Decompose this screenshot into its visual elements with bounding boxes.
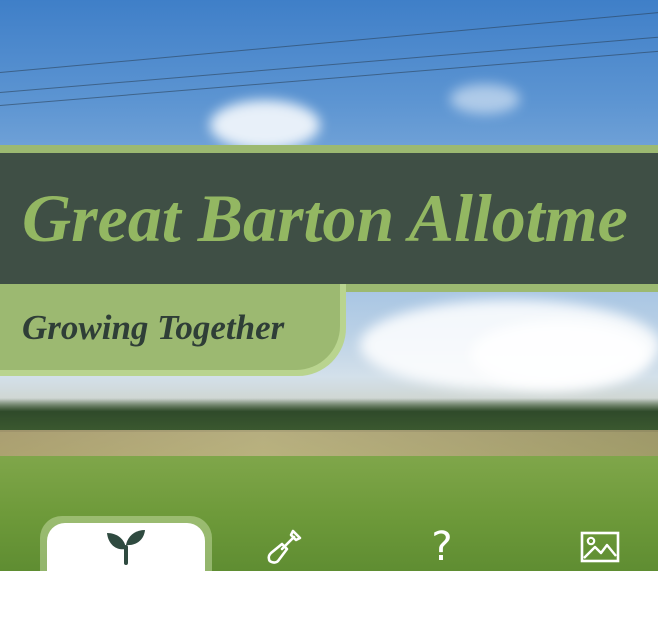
power-line: [0, 6, 658, 73]
tree-line: [0, 398, 658, 432]
tab-gallery[interactable]: [521, 523, 658, 571]
power-line: [0, 46, 658, 106]
shovel-icon: [264, 527, 304, 567]
cloud: [210, 100, 320, 150]
cloud: [450, 84, 520, 114]
site-tagline: Growing Together: [22, 308, 285, 347]
tab-home[interactable]: [47, 523, 205, 571]
field-strip: [0, 430, 658, 456]
tab-plots[interactable]: [205, 523, 363, 571]
tab-help[interactable]: ?: [363, 523, 521, 571]
question-mark-icon: ?: [431, 524, 453, 570]
seedling-icon: [105, 529, 147, 565]
cloud: [470, 320, 650, 390]
picture-icon: [580, 531, 620, 563]
site-title: Great Barton Allotme: [22, 180, 628, 256]
